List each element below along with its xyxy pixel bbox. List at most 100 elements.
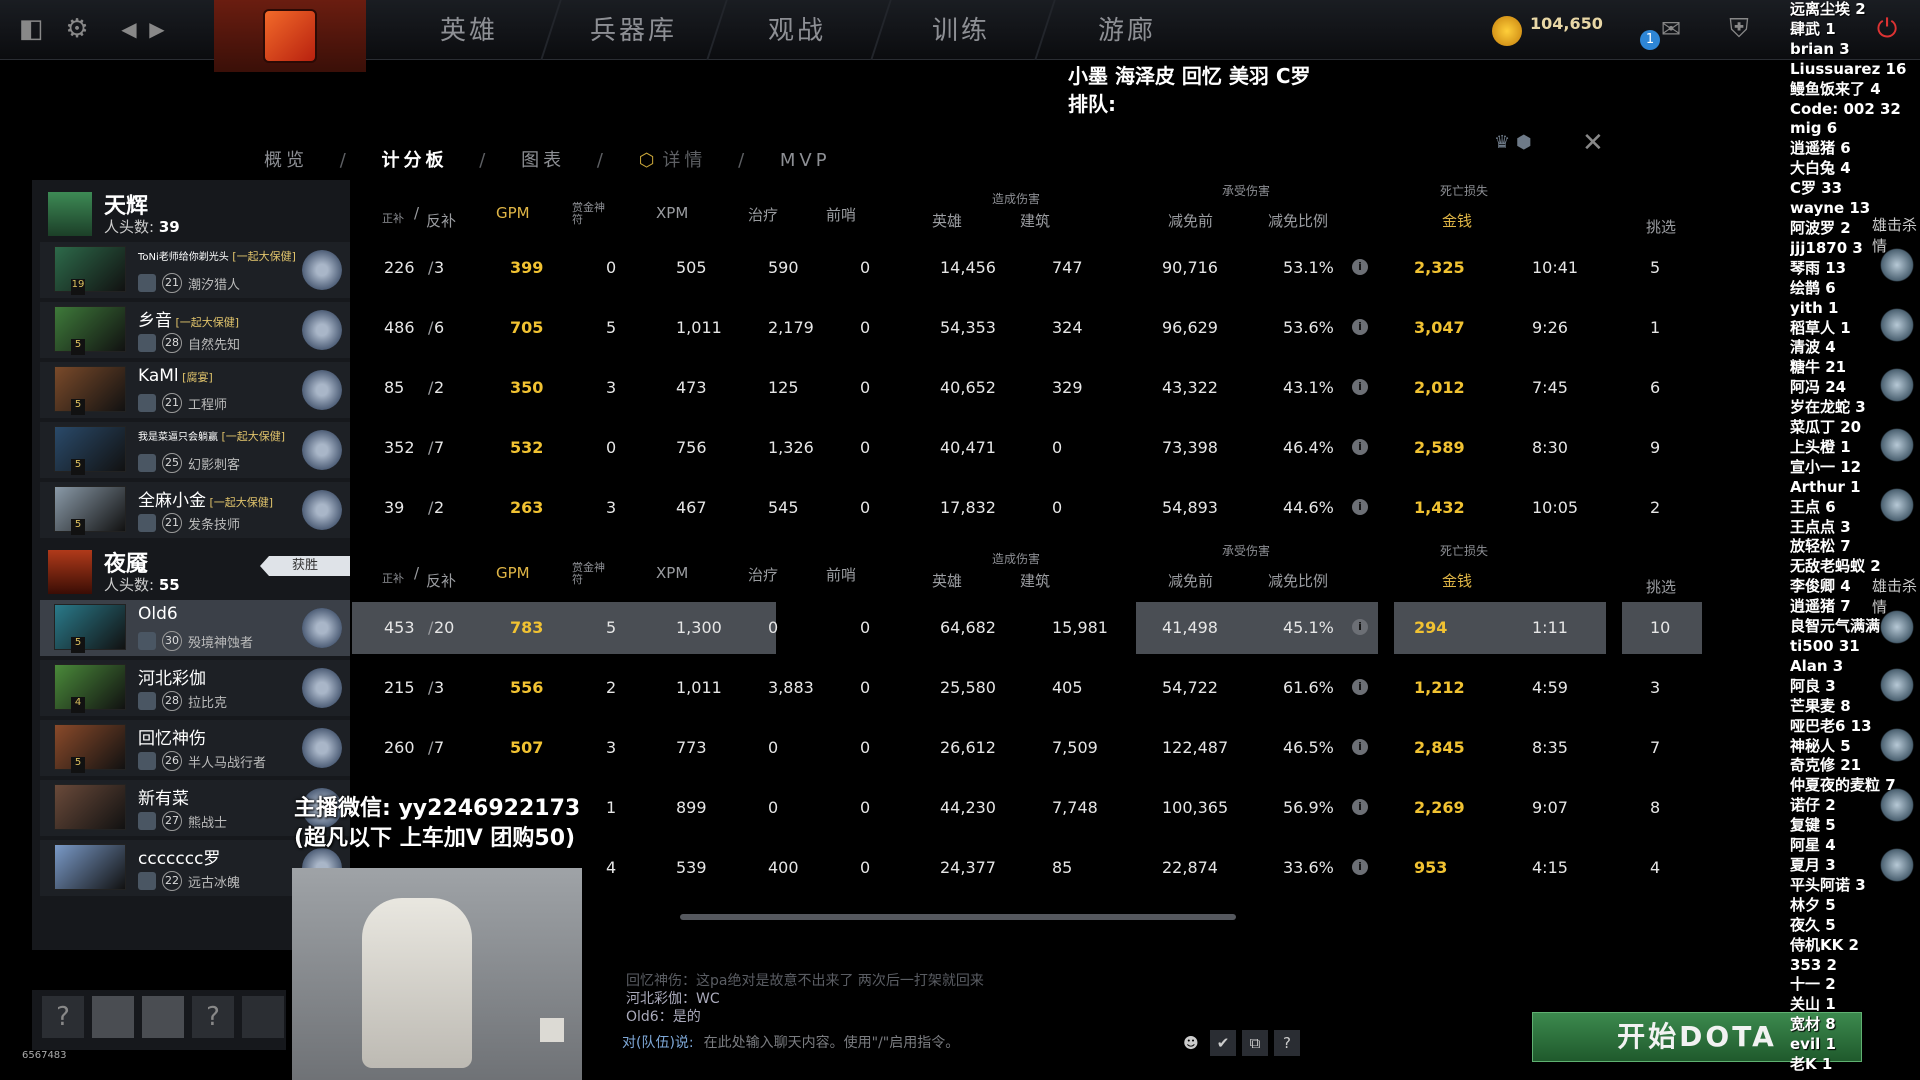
party-slot[interactable] (142, 996, 184, 1038)
scoreboard-row[interactable]: 226 /3 399 0 505 590 0 14,456 747 90,716 53.1% i 2,3… (0, 240, 1720, 296)
chat-input[interactable]: 对(队伍)说: 在此处输入聊天内容。使用"/"启用指令。 (622, 1032, 959, 1052)
currency-amount: 104,650 (1530, 14, 1603, 33)
screenshot-icon[interactable]: ⧉ (1242, 1030, 1268, 1056)
horizontal-scrollbar[interactable] (680, 914, 1236, 920)
gear-icon[interactable]: ⚙ (60, 12, 94, 46)
forward-arrow-icon[interactable]: ▶ (140, 12, 174, 46)
column-header: 挑选 (1646, 578, 1677, 596)
building-damage: 324 (1052, 318, 1083, 337)
hero-damage: 17,832 (940, 498, 996, 517)
info-icon[interactable]: i (1352, 799, 1368, 815)
building-damage: 7,748 (1052, 798, 1098, 817)
party-slot[interactable] (92, 996, 134, 1038)
streamer-queue-text: 小墨 海泽皮 回忆 美羽 C罗 排队: (1068, 62, 1311, 118)
xpm-value: 756 (676, 438, 707, 457)
kda-separator: / (428, 498, 434, 517)
scoreboard-row[interactable]: 1 899 0 0 44,230 7,748 100,365 56.9% i 2,269 9:07 8 (0, 780, 1720, 836)
dota-logo-button[interactable] (214, 0, 366, 72)
tab-mvp[interactable]: MVP (780, 150, 831, 171)
info-icon[interactable]: i (1352, 679, 1368, 695)
column-header: 治疗 (748, 566, 779, 584)
tab-scoreboard[interactable]: 计分板 (382, 150, 448, 171)
bounty-runes: 3 (606, 738, 617, 757)
nav-tab-watch[interactable]: 观战 (768, 0, 826, 60)
bounty-runes: 0 (606, 258, 617, 277)
column-header: 英雄 (932, 212, 963, 230)
column-header: 承受伤害 (1222, 184, 1271, 198)
tab-graphs[interactable]: 图表 (521, 150, 565, 171)
dashboard-icon[interactable]: ◧ (14, 12, 48, 46)
info-icon[interactable]: i (1352, 619, 1368, 635)
scoreboard-row[interactable]: 486 /6 705 5 1,011 2,179 0 54,353 324 96,629 53.6%… (0, 300, 1720, 356)
scoreboard-row[interactable]: 4 539 400 0 24,377 85 22,874 33.6% i 953 4:15 4 (0, 840, 1720, 896)
damage-taken: 43,322 (1162, 378, 1218, 397)
info-icon[interactable]: i (1352, 739, 1368, 755)
tab-overview[interactable]: 概览 (264, 150, 308, 171)
close-icon[interactable]: ✕ (1582, 128, 1604, 158)
hero-avatar-icon (1880, 428, 1914, 462)
column-header: XPM (656, 204, 689, 222)
dota-logo-icon (263, 9, 317, 63)
tab-details[interactable]: 详情 (662, 150, 706, 171)
nav-tab-learn[interactable]: 训练 (932, 0, 990, 60)
party-slot[interactable] (242, 996, 284, 1038)
scoreboard-row[interactable]: 39/2 263 3 467 545 0 17,832 0 54,893 44.6% i 1,432 1… (0, 480, 1720, 536)
wards-value: 0 (860, 738, 871, 757)
tab-separator: / (596, 150, 607, 171)
damage-taken: 41,498 (1162, 618, 1218, 637)
time-dead: 7:45 (1532, 378, 1568, 397)
inventory-icon[interactable]: ⛨ (1722, 12, 1756, 46)
nav-tab-armory[interactable]: 兵器库 (590, 0, 677, 60)
healing-value: 125 (768, 378, 799, 397)
column-header: 减免前 (1168, 212, 1214, 230)
scoreboard-row[interactable]: 215/3 556 2 1,011 3,883 0 25,580 405 54,722 61.6%… (0, 660, 1720, 716)
pick-order: 4 (1650, 858, 1661, 877)
hero-damage: 40,652 (940, 378, 996, 397)
column-header: 正补 (382, 212, 404, 225)
info-icon[interactable]: i (1352, 319, 1368, 335)
damage-reduction: 44.6% (1283, 498, 1334, 517)
column-header: GPM (496, 204, 530, 222)
gpm-value: 532 (510, 438, 544, 457)
ranking-entry: 夜久 5 (1790, 915, 1836, 934)
bounty-runes: 4 (606, 858, 617, 877)
info-icon[interactable]: i (1352, 439, 1368, 455)
emoji-icon[interactable]: ☻ (1178, 1030, 1204, 1056)
building-damage: 329 (1052, 378, 1083, 397)
bounty-runes: 2 (606, 678, 617, 697)
healing-value: 590 (768, 258, 799, 277)
ranking-entry: 肆武 1 (1790, 19, 1836, 38)
time-dead: 1:11 (1532, 618, 1568, 637)
crown-icon[interactable]: ♛ ⬢ (1494, 132, 1532, 153)
help-icon[interactable]: ? (1274, 1030, 1300, 1056)
info-icon[interactable]: i (1352, 379, 1368, 395)
healing-value: 400 (768, 858, 799, 877)
column-header: 减免比例 (1268, 212, 1329, 230)
pick-order: 9 (1650, 438, 1661, 457)
radiant-header: 天辉 人头数: 39 (32, 186, 350, 238)
info-icon[interactable]: i (1352, 859, 1368, 875)
scoreboard-row[interactable]: 352 /7 532 0 756 1,326 0 40,471 0 73,398 46.4% i 2,5… (0, 420, 1720, 476)
column-header: 前哨 (826, 206, 857, 224)
shards-currency[interactable]: 104,650 (1492, 10, 1612, 50)
chat-channel-label[interactable]: 对(队伍)说: (622, 1035, 694, 1051)
nav-tab-arcade[interactable]: 游廊 (1098, 0, 1156, 60)
streamer-queue-names: 小墨 海泽皮 回忆 美羽 C罗 (1068, 64, 1311, 88)
chat-input-placeholder[interactable]: 在此处输入聊天内容。使用"/"启用指令。 (704, 1035, 960, 1051)
nav-tab-heroes[interactable]: 英雄 (440, 0, 498, 60)
scoreboard-row[interactable]: 260/7 507 3 773 0 0 26,612 7,509 122,487 46.5% i 2,… (0, 720, 1720, 776)
column-header: 英雄 (932, 572, 963, 590)
info-icon[interactable]: i (1352, 499, 1368, 515)
damage-taken: 100,365 (1162, 798, 1229, 817)
time-dead: 4:59 (1532, 678, 1568, 697)
check-icon[interactable]: ✔ (1210, 1030, 1236, 1056)
info-icon[interactable]: i (1352, 259, 1368, 275)
party-slot[interactable]: ? (192, 996, 234, 1038)
party-slot[interactable]: ? (42, 996, 84, 1038)
xpm-value: 467 (676, 498, 707, 517)
scoreboard-row[interactable]: 85 /2 350 3 473 125 0 40,652 329 43,322 43.1% i 2,01… (0, 360, 1720, 416)
pick-order: 7 (1650, 738, 1661, 757)
wards-value: 0 (860, 258, 871, 277)
last-hits: 85 (384, 378, 405, 397)
scoreboard-row[interactable]: 453 /20 783 5 1,300 0 0 64,682 15,981 41,498 45.1%… (0, 600, 1720, 656)
